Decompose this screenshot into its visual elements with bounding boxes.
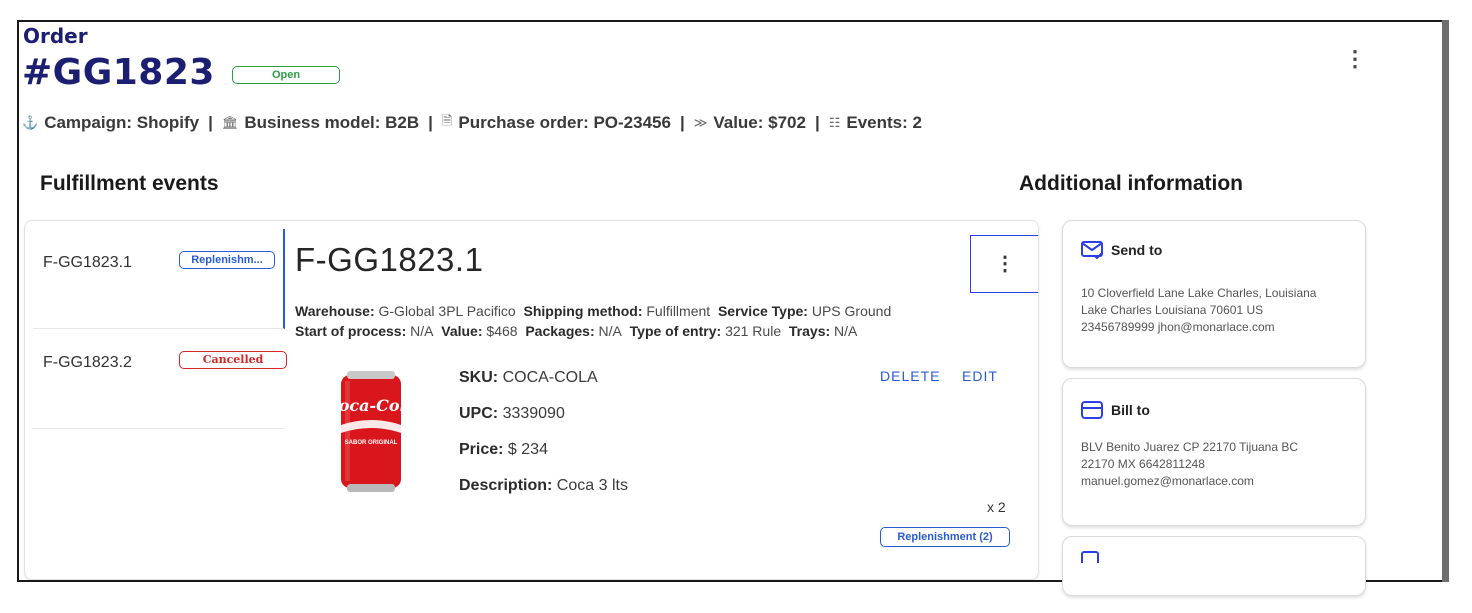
event-menu-button[interactable]: ⋮ (970, 235, 1038, 293)
sku-label: SKU: (459, 369, 499, 386)
more-vertical-icon: ⋮ (995, 253, 1015, 275)
event-item-2[interactable]: F-GG1823.2 Cancelled (33, 329, 287, 429)
shipping-value: Fulfillment (646, 303, 711, 319)
sku-value: COCA-COLA (502, 369, 598, 386)
send-to-line: 10 Cloverfield Lane Lake Charles, Louisi… (1081, 286, 1317, 300)
send-to-line: 23456789999 jhon@monarlace.com (1081, 320, 1275, 334)
product-image-subtext: SABOR ORIGINAL (345, 440, 398, 446)
status-badge: Open (232, 66, 340, 84)
price-label: Price: (459, 441, 504, 458)
price-field: Price: $ 234 (459, 441, 548, 459)
event-detail-title: F-GG1823.1 (295, 241, 484, 278)
campaign-text: Campaign: Shopify (44, 113, 200, 132)
description-field: Description: Coca 3 lts (459, 477, 628, 495)
upc-label: UPC: (459, 405, 499, 422)
send-to-header: Send to (1081, 241, 1162, 259)
packages-value: N/A (598, 323, 622, 339)
start-label: Start of process: (295, 323, 407, 339)
meta-separator: | (208, 113, 213, 132)
send-to-card: Send to 10 Cloverfield Lane Lake Charles… (1062, 220, 1366, 368)
edit-button[interactable]: EDIT (962, 368, 998, 384)
order-meta-line: ⚓ Campaign: Shopify | 🏛 Business model: … (22, 112, 922, 134)
event-name: F-GG1823.1 (43, 254, 132, 271)
description-value: Coca 3 lts (556, 477, 628, 494)
start-value: N/A (410, 323, 434, 339)
anchor-icon: ⚓ (22, 115, 39, 130)
replenishment-badge: Replenishment (2) (880, 527, 1010, 547)
product-image: Coca-Cola SABOR ORIGINAL (335, 371, 407, 492)
bill-to-line: manuel.gomez@monarlace.com (1081, 474, 1254, 488)
product-image-brand: Coca-Cola (335, 396, 407, 415)
event-badge-replenishment: Replenishm... (179, 251, 275, 269)
event-meta-line-1: Warehouse: G-Global 3PL Pacifico Shippin… (295, 303, 965, 319)
more-vertical-icon[interactable]: ⋮ (1343, 46, 1367, 72)
purchase-order-text: Purchase order: PO-23456 (458, 113, 671, 132)
meta-separator: | (428, 113, 433, 132)
service-label: Service Type: (717, 303, 808, 319)
bill-to-header: Bill to (1081, 401, 1150, 419)
trays-value: N/A (834, 323, 858, 339)
order-label: Order (23, 24, 88, 48)
scrollbar[interactable] (1442, 20, 1449, 582)
card-icon (1081, 551, 1099, 563)
upc-field: UPC: 3339090 (459, 405, 565, 423)
additional-card (1062, 536, 1366, 596)
event-name: F-GG1823.2 (43, 354, 132, 371)
warehouse-value: G-Global 3PL Pacifico (378, 303, 516, 319)
additional-heading: Additional information (1019, 172, 1243, 195)
order-id: #GG1823 (22, 52, 215, 93)
building-icon: 🏛 (221, 115, 239, 130)
delete-button[interactable]: DELETE (880, 368, 940, 384)
business-model-text: Business model: B2B (244, 113, 420, 132)
price-value: $ 234 (507, 441, 548, 458)
trays-label: Trays: (788, 323, 831, 339)
credit-card-icon (1081, 401, 1103, 419)
bill-to-title: Bill to (1111, 402, 1150, 418)
events-text: Events: 2 (846, 113, 922, 132)
meta-separator: | (679, 113, 685, 132)
sku-field: SKU: COCA-COLA (459, 369, 598, 387)
description-label: Description: (459, 477, 553, 494)
upc-value: 3339090 (502, 405, 565, 422)
bill-to-line: BLV Benito Juarez CP 22170 Tijuana BC (1081, 440, 1299, 454)
warehouse-label: Warehouse: (295, 303, 375, 319)
shipping-label: Shipping method: (523, 303, 643, 319)
service-value: UPS Ground (811, 303, 892, 319)
entry-value: 321 Rule (725, 323, 782, 339)
entry-label: Type of entry: (629, 323, 722, 339)
money-icon: ≫ (693, 115, 708, 130)
event-badge-cancelled: Cancelled (179, 351, 287, 369)
event-meta-line-2: Start of process: N/A Value: $468 Packag… (295, 323, 965, 339)
send-to-title: Send to (1111, 242, 1163, 258)
send-to-address: 10 Cloverfield Lane Lake Charles, Louisi… (1081, 285, 1356, 336)
quantity-text: x 2 (987, 499, 1006, 515)
value-text: Value: $702 (713, 113, 806, 132)
value-label: Value: (441, 323, 483, 339)
bill-to-line: 22170 MX 6642811248 (1081, 457, 1205, 471)
meta-separator: | (814, 113, 820, 132)
event-item-1[interactable]: F-GG1823.1 Replenishm... (33, 229, 285, 329)
fulfillment-events-card: F-GG1823.1 Replenishm... F-GG1823.2 Canc… (24, 220, 1039, 580)
fulfillment-heading: Fulfillment events (40, 172, 219, 195)
bill-to-address: BLV Benito Juarez CP 22170 Tijuana BC 22… (1081, 439, 1356, 490)
list-icon: ☷ (828, 115, 841, 130)
bill-to-card: Bill to BLV Benito Juarez CP 22170 Tijua… (1062, 378, 1366, 526)
mail-check-icon (1081, 241, 1103, 259)
value-value: $468 (486, 323, 518, 339)
send-to-line: Lake Charles Louisiana 70601 US (1081, 303, 1264, 317)
document-icon: 🗎 (441, 113, 453, 128)
packages-label: Packages: (525, 323, 595, 339)
